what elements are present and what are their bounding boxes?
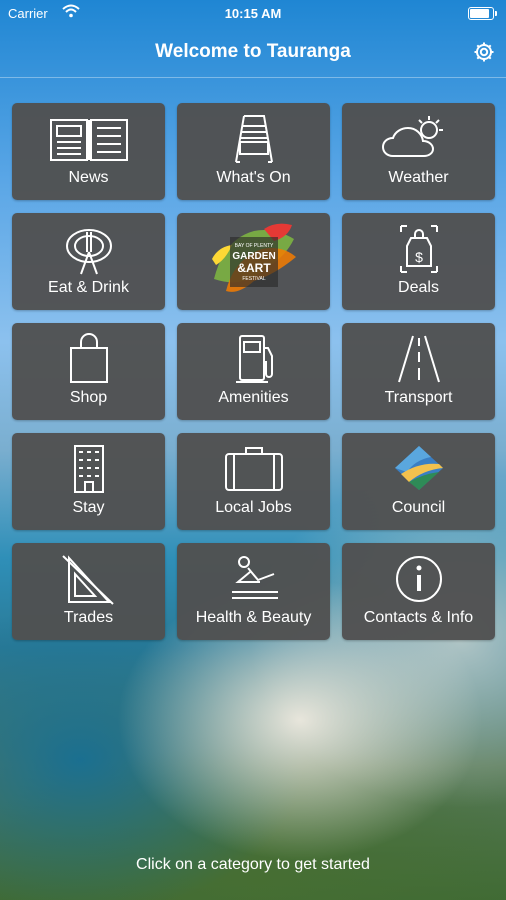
footer-hint: Click on a category to get started bbox=[136, 856, 370, 873]
status-bar: Carrier 10:15 AM bbox=[0, 0, 506, 28]
plate-cutlery-icon bbox=[65, 229, 112, 275]
tile-transport[interactable]: Transport bbox=[342, 323, 495, 420]
svg-text:$: $ bbox=[415, 249, 423, 265]
tile-label: Transport bbox=[384, 389, 453, 406]
tile-contacts-info[interactable]: Contacts & Info bbox=[342, 543, 495, 640]
fuel-pump-icon bbox=[235, 335, 273, 383]
tile-health-beauty[interactable]: Health & Beauty bbox=[177, 543, 330, 640]
tile-deals[interactable]: $ Deals bbox=[342, 213, 495, 310]
spa-recline-icon bbox=[231, 556, 278, 599]
tile-label: Trades bbox=[63, 609, 114, 626]
tile-label: Eat & Drink bbox=[48, 279, 129, 296]
tile-label: Contacts & Info bbox=[363, 609, 474, 626]
tile-stay[interactable]: Stay bbox=[12, 433, 165, 530]
tile-label: Council bbox=[391, 499, 446, 516]
shopping-bag-icon bbox=[69, 333, 108, 383]
tile-label: What's On bbox=[216, 169, 291, 186]
logo-text-line3: &ART bbox=[237, 261, 271, 275]
tile-council[interactable]: Council bbox=[342, 433, 495, 530]
tile-whats-on[interactable]: What's On bbox=[177, 103, 330, 200]
tile-trades[interactable]: Trades bbox=[12, 543, 165, 640]
tile-label: Health & Beauty bbox=[195, 609, 312, 626]
gear-icon bbox=[474, 42, 494, 62]
tile-label: News bbox=[68, 169, 109, 186]
tile-label: Amenities bbox=[218, 389, 289, 406]
status-time: 10:15 AM bbox=[224, 6, 282, 21]
weather-icon bbox=[381, 116, 443, 157]
a-frame-sign-icon bbox=[234, 115, 273, 163]
deals-tag-icon: $ bbox=[399, 225, 438, 273]
tile-eat-drink[interactable]: Eat & Drink bbox=[12, 213, 165, 310]
building-icon bbox=[73, 445, 104, 493]
tile-garden-art-festival[interactable]: BAY OF PLENTY GARDEN &ART FESTIVAL bbox=[177, 213, 330, 310]
newspaper-icon bbox=[49, 119, 128, 161]
tile-weather[interactable]: Weather bbox=[342, 103, 495, 200]
settings-button[interactable] bbox=[472, 40, 496, 64]
logo-text-line1: BAY OF PLENTY bbox=[234, 243, 273, 249]
briefcase-icon bbox=[224, 447, 283, 491]
header-divider bbox=[0, 77, 506, 78]
page-title: Welcome to Tauranga bbox=[155, 41, 351, 62]
council-logo bbox=[394, 446, 443, 490]
garden-art-festival-logo: BAY OF PLENTY GARDEN &ART FESTIVAL bbox=[211, 223, 296, 292]
tile-local-jobs[interactable]: Local Jobs bbox=[177, 433, 330, 530]
logo-text-line4: FESTIVAL bbox=[242, 276, 265, 282]
tile-news[interactable]: News bbox=[12, 103, 165, 200]
info-icon bbox=[395, 556, 442, 602]
tile-label: Local Jobs bbox=[215, 499, 292, 516]
nav-bar: Welcome to Tauranga bbox=[0, 28, 506, 78]
tile-label: Shop bbox=[69, 389, 108, 406]
tile-label: Weather bbox=[388, 169, 449, 186]
tile-label: Stay bbox=[72, 499, 105, 516]
tile-amenities[interactable]: Amenities bbox=[177, 323, 330, 420]
road-icon bbox=[397, 335, 440, 383]
tile-label: Deals bbox=[398, 279, 439, 296]
battery-icon bbox=[468, 7, 497, 20]
set-square-icon bbox=[61, 555, 114, 605]
tile-shop[interactable]: Shop bbox=[12, 323, 165, 420]
